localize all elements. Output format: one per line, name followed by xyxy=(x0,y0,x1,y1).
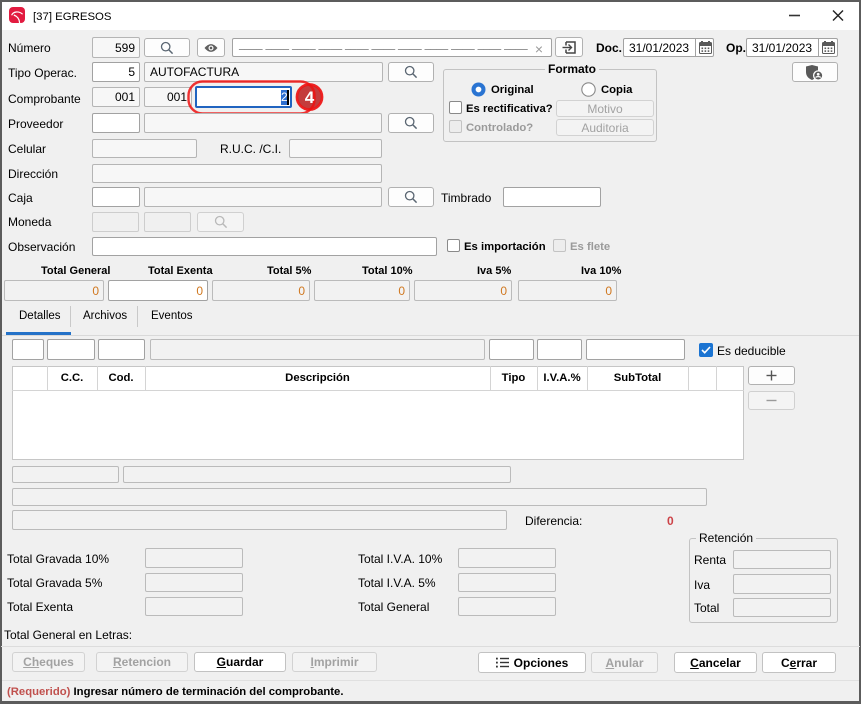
svg-text:4: 4 xyxy=(305,88,315,107)
